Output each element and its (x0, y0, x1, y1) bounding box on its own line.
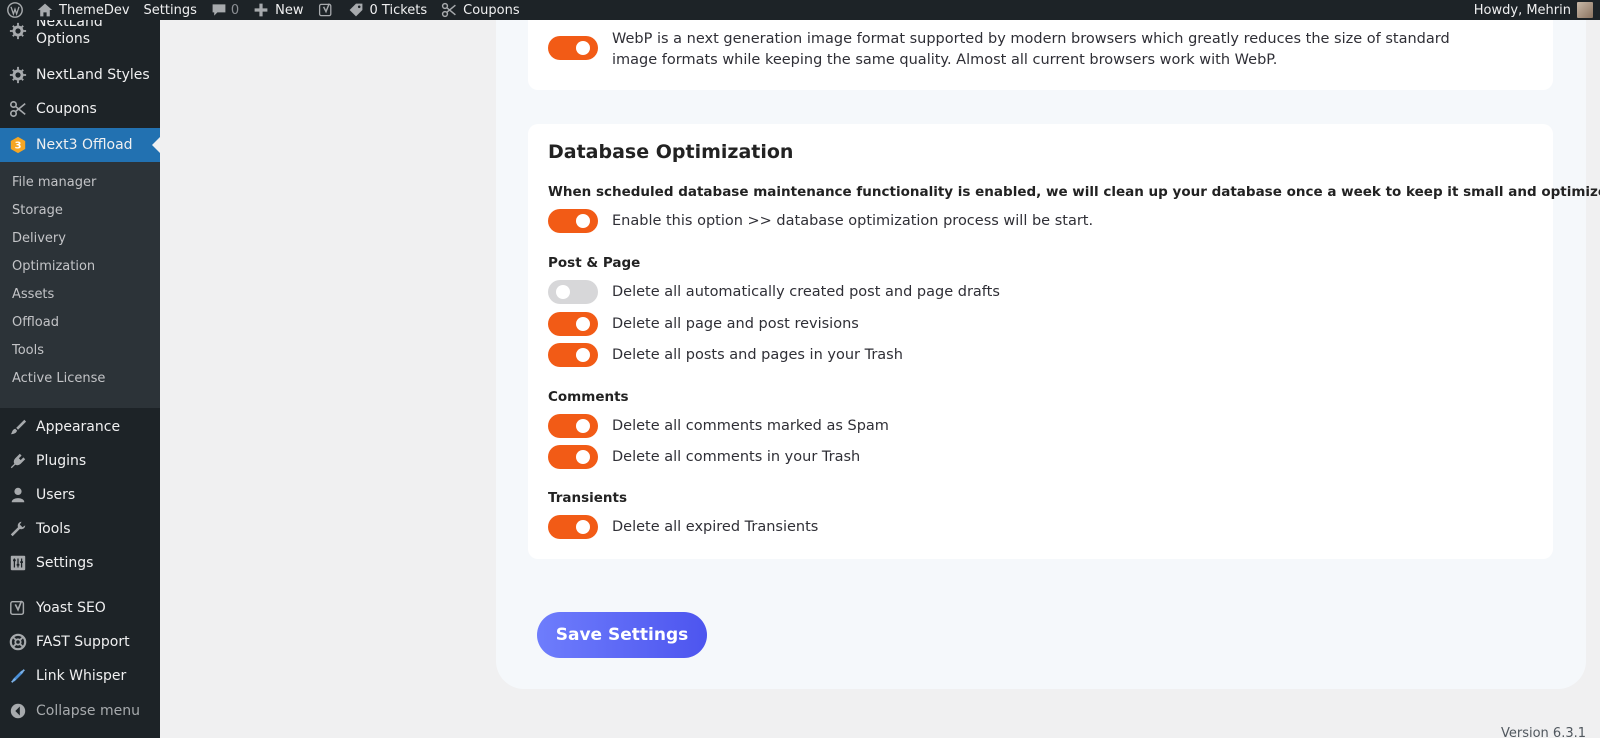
link-icon (8, 666, 28, 686)
yoast-icon (8, 598, 28, 618)
auto-drafts-label: Delete all automatically created post an… (612, 284, 1000, 300)
collapse-icon (8, 701, 28, 721)
menu-coupons[interactable]: Coupons (0, 98, 160, 120)
wordpress-icon (7, 2, 23, 18)
expired-transients-toggle[interactable] (548, 515, 598, 539)
next3-submenu: File manager Storage Delivery Optimizati… (0, 162, 160, 408)
group-title-post-page: Post & Page (548, 255, 641, 271)
submenu-file-manager[interactable]: File manager (12, 175, 96, 190)
collapse-label: Collapse menu (36, 703, 140, 719)
tickets-label: 0 Tickets (369, 2, 428, 18)
submenu-offload[interactable]: Offload (12, 315, 59, 330)
svg-text:3: 3 (15, 141, 22, 152)
submenu-tools[interactable]: Tools (12, 343, 44, 358)
new-content-link[interactable]: New (246, 0, 310, 20)
spam-comments-label: Delete all comments marked as Spam (612, 418, 889, 434)
admin-bar: ThemeDev Settings 0 New 0 Tickets Coupon… (0, 0, 1600, 20)
menu-label: Appearance (36, 419, 121, 435)
settings-sliders-icon (8, 553, 28, 573)
trashed-posts-label: Delete all posts and pages in your Trash (612, 347, 903, 363)
menu-label: Link Whisper (36, 668, 127, 684)
webp-description: WebP is a next generation image format s… (612, 31, 1450, 68)
yoast-link[interactable] (311, 0, 341, 20)
settings-link[interactable]: Settings (137, 0, 204, 20)
menu-nextland-styles[interactable]: NextLand Styles (0, 64, 160, 86)
menu-label: Tools (36, 521, 71, 537)
group-title-comments: Comments (548, 389, 629, 405)
new-label: New (275, 2, 304, 18)
submenu-active-license[interactable]: Active License (12, 371, 105, 386)
revisions-toggle[interactable] (548, 312, 598, 336)
site-name-link[interactable]: ThemeDev (30, 0, 137, 20)
tag-icon (349, 3, 362, 17)
menu-tools[interactable]: Tools (0, 518, 160, 540)
menu-yoast-seo[interactable]: Yoast SEO (0, 597, 160, 619)
trashed-comments-label: Delete all comments in your Trash (612, 449, 861, 465)
plus-icon (254, 3, 268, 17)
menu-label: Next3 Offload (36, 137, 133, 153)
webp-toggle[interactable] (548, 36, 598, 60)
site-name: ThemeDev (59, 2, 130, 18)
settings-label: Settings (143, 2, 197, 18)
yoast-icon (318, 3, 331, 17)
enable-db-optimization-label: Enable this option >> database optimizat… (612, 213, 1094, 229)
next3-logo-icon: 3 (8, 135, 28, 155)
scissors-icon (442, 2, 457, 18)
trashed-posts-toggle[interactable] (548, 343, 598, 367)
menu-label: Yoast SEO (36, 600, 106, 616)
auto-drafts-toggle[interactable] (548, 280, 598, 304)
menu-label: Plugins (36, 453, 87, 469)
expired-transients-label: Delete all expired Transients (612, 519, 819, 535)
submenu-optimization[interactable]: Optimization (12, 259, 95, 274)
submenu-delivery[interactable]: Delivery (12, 231, 66, 246)
menu-next3-offload[interactable]: 3 Next3 Offload (0, 128, 160, 162)
menu-label: Settings (36, 555, 94, 571)
menu-label: NextLand Styles (36, 67, 150, 83)
comments-count: 0 (230, 2, 240, 18)
gear-icon (8, 65, 28, 85)
menu-label: Coupons (36, 101, 97, 117)
menu-appearance[interactable]: Appearance (0, 416, 160, 438)
spam-comments-toggle[interactable] (548, 414, 598, 438)
my-account-link[interactable]: Howdy, Mehrin (1467, 0, 1600, 20)
collapse-menu-button[interactable]: Collapse menu (0, 700, 160, 722)
submenu-assets[interactable]: Assets (12, 287, 54, 302)
support-icon (8, 632, 28, 652)
version-text: Version 6.3.1 (1500, 726, 1586, 738)
wordpress-logo-link[interactable] (0, 0, 30, 20)
coupons-link[interactable]: Coupons (434, 0, 527, 20)
section-description: When scheduled database maintenance func… (548, 184, 1600, 200)
home-icon (37, 3, 53, 17)
wrench-icon (8, 519, 28, 539)
paintbrush-icon (8, 417, 28, 437)
avatar (1577, 2, 1593, 18)
submenu-storage[interactable]: Storage (12, 203, 63, 218)
plugin-icon (8, 451, 28, 471)
menu-plugins[interactable]: Plugins (0, 450, 160, 472)
coupons-label: Coupons (463, 2, 520, 18)
revisions-label: Delete all page and post revisions (612, 316, 859, 332)
save-settings-button[interactable]: Save Settings (537, 612, 707, 658)
menu-link-whisper[interactable]: Link Whisper (0, 665, 160, 687)
comment-icon (212, 4, 226, 16)
users-icon (8, 485, 28, 505)
comments-link[interactable]: 0 (204, 0, 246, 20)
enable-db-optimization-toggle[interactable] (548, 209, 598, 233)
menu-label: FAST Support (36, 634, 130, 650)
menu-settings[interactable]: Settings (0, 552, 160, 574)
section-title: Database Optimization (548, 141, 794, 163)
group-title-transients: Transients (548, 490, 628, 506)
gear-icon (8, 21, 28, 41)
greeting: Howdy, Mehrin (1473, 2, 1571, 18)
admin-sidebar: NextLand Options NextLand Styles Coupons… (0, 14, 160, 738)
trashed-comments-toggle[interactable] (548, 445, 598, 469)
menu-fast-support[interactable]: FAST Support (0, 631, 160, 653)
tickets-link[interactable]: 0 Tickets (341, 0, 435, 20)
menu-label: Users (36, 487, 76, 503)
menu-users[interactable]: Users (0, 484, 160, 506)
scissors-icon (8, 99, 28, 119)
